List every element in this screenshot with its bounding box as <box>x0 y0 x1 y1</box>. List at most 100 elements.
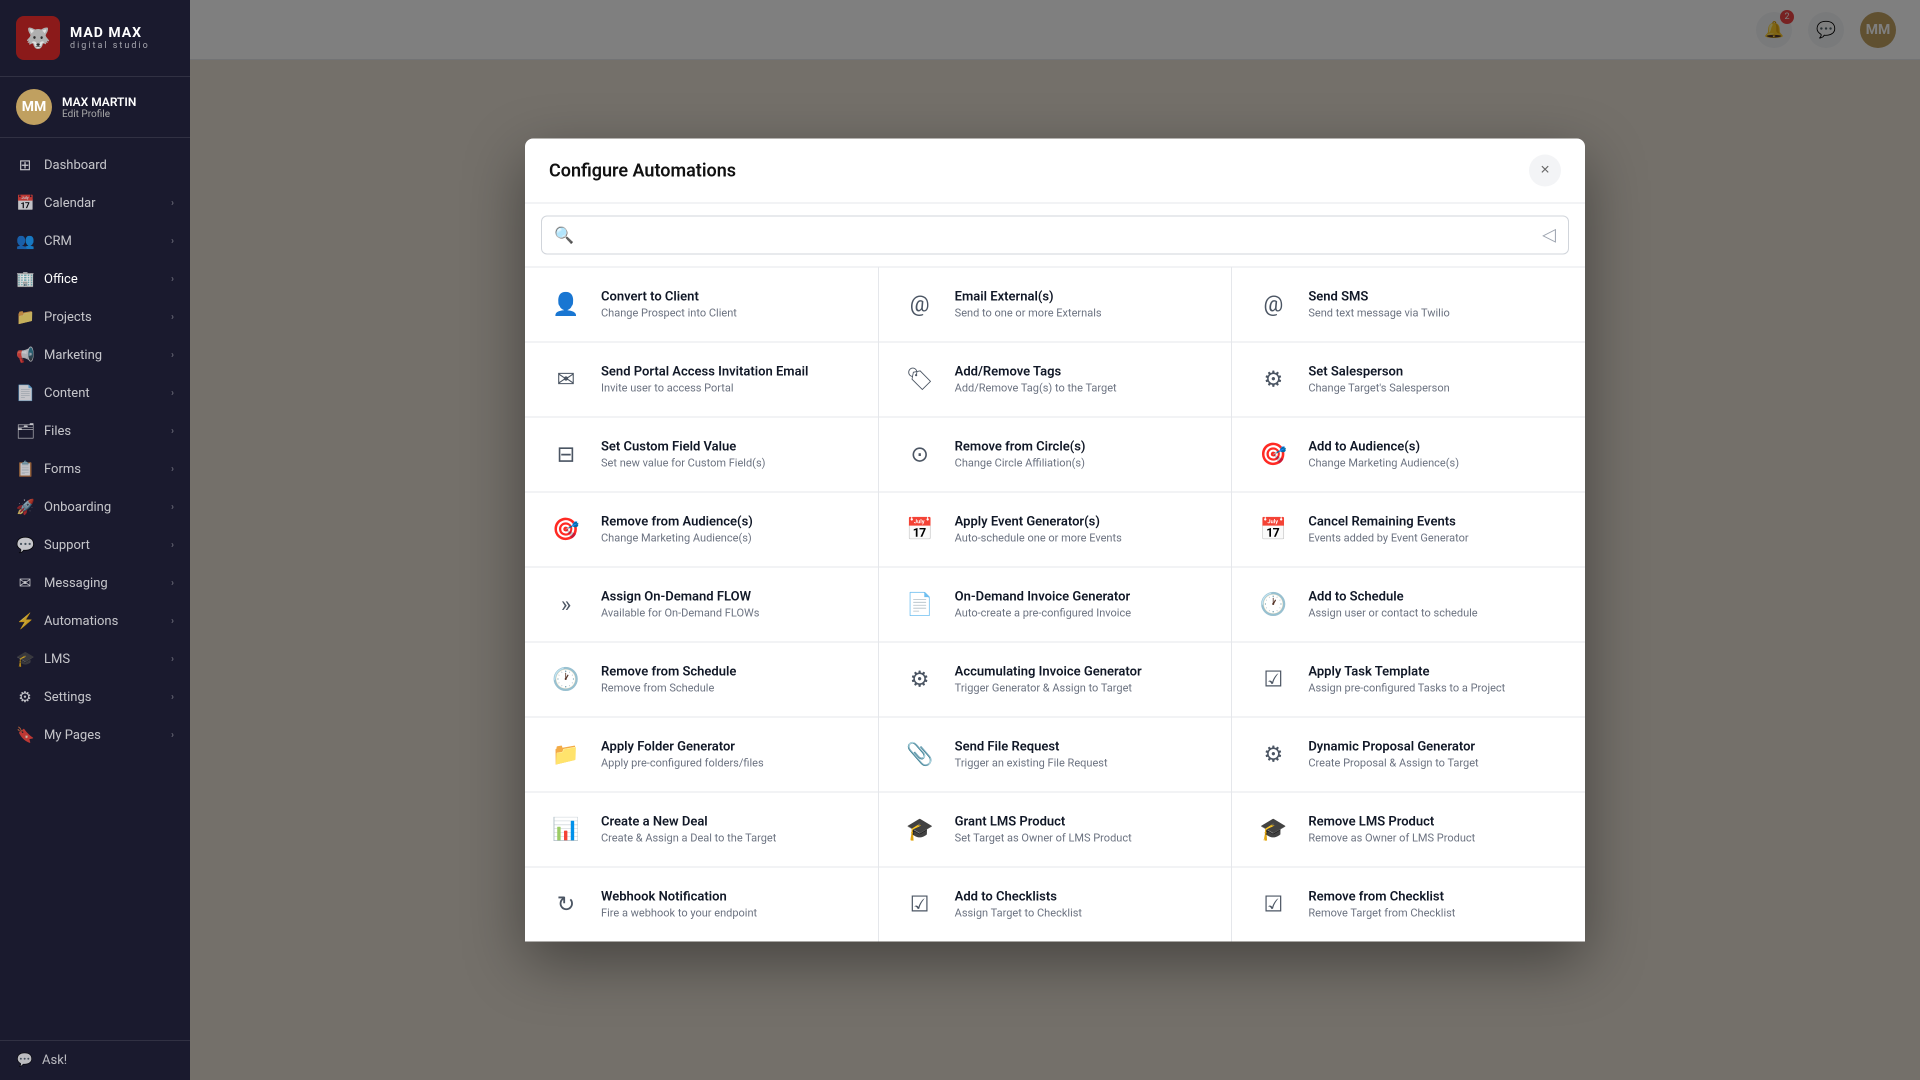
sidebar-item-calendar[interactable]: 📅 Calendar › <box>0 184 190 222</box>
automation-card-add-to-checklists[interactable]: ☑ Add to Checklists Assign Target to Che… <box>879 868 1232 942</box>
remove-from-schedule-title: Remove from Schedule <box>601 665 736 680</box>
add-to-audiences-icon: 🎯 <box>1252 434 1294 476</box>
automation-card-apply-folder-generator[interactable]: 📁 Apply Folder Generator Apply pre-confi… <box>525 718 878 792</box>
sidebar-item-files[interactable]: 🗂 Files › <box>0 412 190 450</box>
automation-card-apply-task-template[interactable]: ☑ Apply Task Template Assign pre-configu… <box>1232 643 1585 717</box>
automation-card-on-demand-invoice-generator[interactable]: 📄 On-Demand Invoice Generator Auto-creat… <box>879 568 1232 642</box>
automation-card-send-portal-access[interactable]: ✉ Send Portal Access Invitation Email In… <box>525 343 878 417</box>
automation-card-add-to-audiences[interactable]: 🎯 Add to Audience(s) Change Marketing Au… <box>1232 418 1585 492</box>
automation-cards-grid: 👤 Convert to Client Change Prospect into… <box>525 268 1585 942</box>
send-sms-icon: @ <box>1252 284 1294 326</box>
add-to-schedule-title: Add to Schedule <box>1308 590 1477 605</box>
assign-on-demand-flow-desc: Available for On-Demand FLOWs <box>601 607 759 620</box>
cancel-remaining-events-desc: Events added by Event Generator <box>1308 532 1468 545</box>
sidebar-item-mypages[interactable]: 🔖 My Pages › <box>0 716 190 754</box>
automation-card-remove-from-audiences[interactable]: 🎯 Remove from Audience(s) Change Marketi… <box>525 493 878 567</box>
apply-task-template-title: Apply Task Template <box>1308 665 1505 680</box>
set-salesperson-text: Set Salesperson Change Target's Salesper… <box>1308 365 1449 395</box>
on-demand-invoice-generator-title: On-Demand Invoice Generator <box>955 590 1131 605</box>
automation-card-remove-from-schedule[interactable]: 🕐 Remove from Schedule Remove from Sched… <box>525 643 878 717</box>
add-to-checklists-title: Add to Checklists <box>955 890 1082 905</box>
automation-card-grant-lms-product[interactable]: 🎓 Grant LMS Product Set Target as Owner … <box>879 793 1232 867</box>
sidebar-item-forms[interactable]: 📋 Forms › <box>0 450 190 488</box>
set-custom-field-text: Set Custom Field Value Set new value for… <box>601 440 765 470</box>
modal-title: Configure Automations <box>549 160 736 181</box>
automation-card-dynamic-proposal-generator[interactable]: ⚙ Dynamic Proposal Generator Create Prop… <box>1232 718 1585 792</box>
automation-card-assign-on-demand-flow[interactable]: » Assign On-Demand FLOW Available for On… <box>525 568 878 642</box>
logo-icon: 🐺 <box>16 16 60 60</box>
office-nav-icon: 🏢 <box>16 270 34 288</box>
automation-card-remove-from-circle[interactable]: ⊙ Remove from Circle(s) Change Circle Af… <box>879 418 1232 492</box>
modal-close-button[interactable]: × <box>1529 155 1561 187</box>
automation-card-convert-to-client[interactable]: 👤 Convert to Client Change Prospect into… <box>525 268 878 342</box>
send-file-request-text: Send File Request Trigger an existing Fi… <box>955 740 1108 770</box>
sidebar-item-automations[interactable]: ⚡ Automations › <box>0 602 190 640</box>
add-to-schedule-text: Add to Schedule Assign user or contact t… <box>1308 590 1477 620</box>
automation-card-webhook-notification[interactable]: ↻ Webhook Notification Fire a webhook to… <box>525 868 878 942</box>
add-to-checklists-desc: Assign Target to Checklist <box>955 907 1082 920</box>
marketing-nav-icon: 📢 <box>16 346 34 364</box>
calendar-nav-icon: 📅 <box>16 194 34 212</box>
mypages-nav-label: My Pages <box>44 728 101 743</box>
forms-nav-label: Forms <box>44 462 81 477</box>
automation-card-add-to-schedule[interactable]: 🕐 Add to Schedule Assign user or contact… <box>1232 568 1585 642</box>
automations-nav-icon: ⚡ <box>16 612 34 630</box>
automation-card-cancel-remaining-events[interactable]: 📅 Cancel Remaining Events Events added b… <box>1232 493 1585 567</box>
sidebar-user[interactable]: MM MAX MARTIN Edit Profile <box>0 77 190 138</box>
automation-card-send-sms[interactable]: @ Send SMS Send text message via Twilio <box>1232 268 1585 342</box>
sidebar-item-lms[interactable]: 🎓 LMS › <box>0 640 190 678</box>
automation-card-apply-event-generator[interactable]: 📅 Apply Event Generator(s) Auto-schedule… <box>879 493 1232 567</box>
dynamic-proposal-generator-title: Dynamic Proposal Generator <box>1308 740 1478 755</box>
add-to-checklists-text: Add to Checklists Assign Target to Check… <box>955 890 1082 920</box>
send-file-request-icon: 📎 <box>899 734 941 776</box>
support-chevron-icon: › <box>171 540 174 551</box>
dynamic-proposal-generator-icon: ⚙ <box>1252 734 1294 776</box>
sidebar-item-crm[interactable]: 👥 CRM › <box>0 222 190 260</box>
automation-card-remove-from-checklist[interactable]: ☑ Remove from Checklist Remove Target fr… <box>1232 868 1585 942</box>
onboarding-chevron-icon: › <box>171 502 174 513</box>
crm-nav-label: CRM <box>44 234 72 249</box>
remove-from-checklist-icon: ☑ <box>1252 884 1294 926</box>
sidebar-item-dashboard[interactable]: ⊞ Dashboard <box>0 146 190 184</box>
sidebar-item-support[interactable]: 💬 Support › <box>0 526 190 564</box>
search-back-icon[interactable]: ◁ <box>1542 225 1556 246</box>
add-remove-tags-title: Add/Remove Tags <box>955 365 1117 380</box>
search-input[interactable] <box>582 227 1534 243</box>
automation-card-set-salesperson[interactable]: ⚙ Set Salesperson Change Target's Salesp… <box>1232 343 1585 417</box>
send-file-request-desc: Trigger an existing File Request <box>955 757 1108 770</box>
automation-card-accumulating-invoice-generator[interactable]: ⚙ Accumulating Invoice Generator Trigger… <box>879 643 1232 717</box>
logo-area: 🐺 MAD MAX digital studio <box>0 0 190 77</box>
accumulating-invoice-generator-icon: ⚙ <box>899 659 941 701</box>
sidebar-item-projects[interactable]: 📁 Projects › <box>0 298 190 336</box>
remove-from-circle-desc: Change Circle Affiliation(s) <box>955 457 1086 470</box>
webhook-notification-text: Webhook Notification Fire a webhook to y… <box>601 890 757 920</box>
cancel-remaining-events-text: Cancel Remaining Events Events added by … <box>1308 515 1468 545</box>
lms-chevron-icon: › <box>171 654 174 665</box>
sidebar-item-settings[interactable]: ⚙ Settings › <box>0 678 190 716</box>
automation-card-add-remove-tags[interactable]: 🏷 Add/Remove Tags Add/Remove Tag(s) to t… <box>879 343 1232 417</box>
grant-lms-product-icon: 🎓 <box>899 809 941 851</box>
sidebar-item-office[interactable]: 🏢 Office › <box>0 260 190 298</box>
create-new-deal-title: Create a New Deal <box>601 815 776 830</box>
on-demand-invoice-generator-icon: 📄 <box>899 584 941 626</box>
ask-button[interactable]: 💬 Ask! <box>16 1053 174 1068</box>
automation-card-send-file-request[interactable]: 📎 Send File Request Trigger an existing … <box>879 718 1232 792</box>
automation-card-create-new-deal[interactable]: 📊 Create a New Deal Create & Assign a De… <box>525 793 878 867</box>
set-custom-field-desc: Set new value for Custom Field(s) <box>601 457 765 470</box>
sidebar-item-messaging[interactable]: ✉ Messaging › <box>0 564 190 602</box>
files-chevron-icon: › <box>171 426 174 437</box>
sidebar-item-onboarding[interactable]: 🚀 Onboarding › <box>0 488 190 526</box>
remove-from-schedule-icon: 🕐 <box>545 659 587 701</box>
crm-chevron-icon: › <box>171 236 174 247</box>
sidebar-item-content[interactable]: 📄 Content › <box>0 374 190 412</box>
automation-card-remove-lms-product[interactable]: 🎓 Remove LMS Product Remove as Owner of … <box>1232 793 1585 867</box>
remove-lms-product-desc: Remove as Owner of LMS Product <box>1308 832 1475 845</box>
apply-folder-generator-desc: Apply pre-configured folders/files <box>601 757 764 770</box>
sidebar-item-marketing[interactable]: 📢 Marketing › <box>0 336 190 374</box>
messaging-nav-label: Messaging <box>44 576 108 591</box>
automation-card-email-externals[interactable]: @ Email External(s) Send to one or more … <box>879 268 1232 342</box>
on-demand-invoice-generator-desc: Auto-create a pre-configured Invoice <box>955 607 1131 620</box>
remove-from-checklist-title: Remove from Checklist <box>1308 890 1455 905</box>
configure-automations-modal: Configure Automations × 🔍 ◁ 👤 Convert to… <box>525 139 1585 942</box>
automation-card-set-custom-field[interactable]: ⊟ Set Custom Field Value Set new value f… <box>525 418 878 492</box>
